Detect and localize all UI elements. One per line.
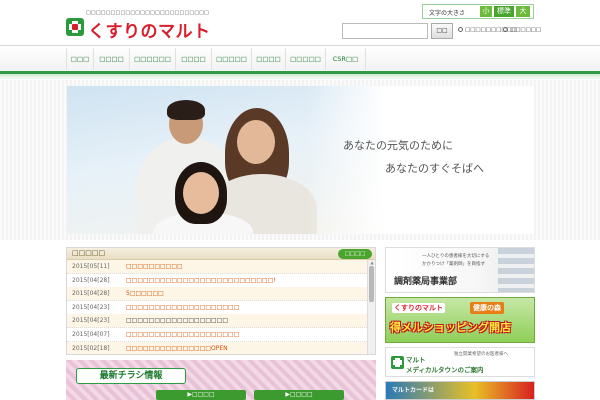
site-header: □□□□□□□□□□□□□□□□□□□□□□□□□ くすりのマルト 文字の大きさ… <box>0 0 600 46</box>
site-tagline: □□□□□□□□□□□□□□□□□□□□□□□□□ <box>86 10 210 16</box>
flyer-button-1[interactable]: ▶□□□□ <box>156 390 246 400</box>
news-title: □□□□□ <box>72 249 106 257</box>
maruto-card-text: マルトカードは <box>392 387 435 394</box>
pharmacy-shelf-image <box>498 248 534 292</box>
font-size-switcher: 文字の大きさ 小 標準 大 <box>422 4 534 19</box>
nav-item-2[interactable]: □□□□ <box>94 48 130 70</box>
nav-item-7[interactable]: □□□□□ <box>286 48 326 70</box>
news-link[interactable]: □□□□□□□□□□□□□□□□□□□□ <box>126 331 239 338</box>
nav-item-6[interactable]: □□□□ <box>252 48 286 70</box>
news-date: 2015[05[11] <box>72 263 110 270</box>
nav-item-4[interactable]: □□□□ <box>176 48 212 70</box>
search-button[interactable]: □□ <box>431 23 453 39</box>
hero-slogan-line1: あなたの元気のために <box>343 139 453 152</box>
medical-town-sub: 独立開業希望のお医者様へ <box>454 352 508 357</box>
font-size-large-button[interactable]: 大 <box>516 6 530 17</box>
hero-banner[interactable]: あなたの元気のために あなたのすぐそばへ <box>67 86 534 234</box>
news-date: 2015[04[07] <box>72 331 110 338</box>
photo-woman-head <box>237 120 275 164</box>
news-date: 2015[04[23] <box>72 317 110 325</box>
news-row[interactable]: 2015[04[28] □□□□□□□□□□□□□□□□□□□□□□□□□□! <box>67 274 367 288</box>
photo-girl-head <box>183 172 219 214</box>
header-link-2-label: □□□□□□ <box>510 27 542 33</box>
font-size-medium-button[interactable]: 標準 <box>494 6 514 17</box>
circle-bullet-icon <box>458 27 463 32</box>
photo-man-hair <box>167 100 205 120</box>
news-row[interactable]: 2015[04[07] □□□□□□□□□□□□□□□□□□□□ <box>67 328 367 342</box>
online-shop-banner[interactable]: くすりのマルト 健康の森 得メルショッピング開店 <box>385 297 535 343</box>
search-input[interactable] <box>342 23 428 39</box>
news-header: □□□□□ □□□□ <box>67 248 375 260</box>
header-link-2[interactable]: □□□□□□ <box>503 27 541 33</box>
nav-item-1[interactable]: □□□ <box>66 48 94 70</box>
pharmacy-banner-sub2: かかりつけ「薬剤師」を目指す <box>422 262 486 267</box>
news-scroll-thumb[interactable] <box>369 266 374 302</box>
maruto-card-banner[interactable]: マルトカードは <box>385 381 535 400</box>
news-link[interactable]: □□□□□□□□□□□□□□□□□□ <box>126 317 228 324</box>
news-link[interactable]: □□□□□□□□□□□□□□□OPEN <box>126 345 228 352</box>
news-row[interactable]: 2015[02[18] □□□□□□□□□□□□□□□OPEN <box>67 341 367 354</box>
news-row[interactable]: 2015[04[23] □□□□□□□□□□□□□□□□□□□□ <box>67 301 367 315</box>
online-shop-title: 得メルショッピング開店 <box>390 321 511 334</box>
news-link[interactable]: □□□□□□□□□□□□□□□□□□□□□□□□□□! <box>126 277 276 284</box>
scroll-up-icon[interactable]: ▲ <box>369 260 375 265</box>
news-link[interactable]: □□□□□□□□□□□□□□□□□□□□ <box>126 304 239 311</box>
circle-bullet-icon <box>503 27 508 32</box>
hero-slogan-line2: あなたのすぐそばへ <box>385 162 484 175</box>
online-shop-forest: 健康の森 <box>470 302 504 314</box>
news-row[interactable]: 2015[05[11] □□□□□□□□□□ <box>67 260 367 274</box>
site-logo[interactable]: くすりのマルト <box>88 17 211 42</box>
nav-item-csr[interactable]: CSR□□ <box>326 48 366 70</box>
news-scrollbar[interactable]: ▲ <box>367 260 375 354</box>
pharmacy-banner-sub1: 一人ひとりの患者様を大切にする <box>422 254 490 259</box>
news-row[interactable]: 2015[04[28] 5□□□□□□ <box>67 287 367 302</box>
medical-town-brand: マルト <box>406 356 426 364</box>
news-link[interactable]: □□□□□□□□□□ <box>126 263 183 270</box>
medical-town-banner[interactable]: マルト メディカルタウンのご案内 独立開業希望のお医者様へ <box>385 347 535 377</box>
flyer-button-2[interactable]: ▶□□□□ <box>254 390 344 400</box>
news-date: 2015[02[18] <box>72 344 110 352</box>
news-row[interactable]: 2015[04[23] □□□□□□□□□□□□□□□□□□ <box>67 314 367 329</box>
news-link[interactable]: 5□□□□□□ <box>126 290 164 297</box>
pharmacy-division-banner[interactable]: 一人ひとりの患者様を大切にする かかりつけ「薬剤師」を目指す 調剤薬局事業部 <box>385 247 535 293</box>
news-date: 2015[04[28] <box>72 276 110 284</box>
nav-item-5[interactable]: □□□□□ <box>212 48 252 70</box>
medical-town-title: メディカルタウンのご案内 <box>406 366 484 374</box>
logo-cross-icon[interactable] <box>66 18 84 36</box>
news-date: 2015[04[28] <box>72 290 110 298</box>
flyer-banner[interactable]: 最新チラシ情報 ▶□□□□ ▶□□□□ <box>66 360 376 400</box>
hero-fade <box>307 86 387 234</box>
font-size-label: 文字の大きさ <box>429 10 466 17</box>
online-shop-brand: くすりのマルト <box>392 303 445 313</box>
logo-cross-center <box>72 24 78 30</box>
news-panel: □□□□□ □□□□ 2015[05[11] □□□□□□□□□□ 2015[04[… <box>66 247 376 355</box>
nav-item-3[interactable]: □□□□□□ <box>130 48 176 70</box>
news-list-button[interactable]: □□□□ <box>338 249 372 259</box>
flyer-title: 最新チラシ情報 <box>76 368 186 384</box>
medical-cross-icon <box>391 356 404 369</box>
global-nav: □□□ □□□□ □□□□□□ □□□□ □□□□□ □□□□ □□□□□ CS… <box>0 45 600 71</box>
news-date: 2015[04[23] <box>72 303 110 311</box>
pharmacy-banner-title: 調剤薬局事業部 <box>394 277 458 287</box>
font-size-small-button[interactable]: 小 <box>480 6 492 17</box>
